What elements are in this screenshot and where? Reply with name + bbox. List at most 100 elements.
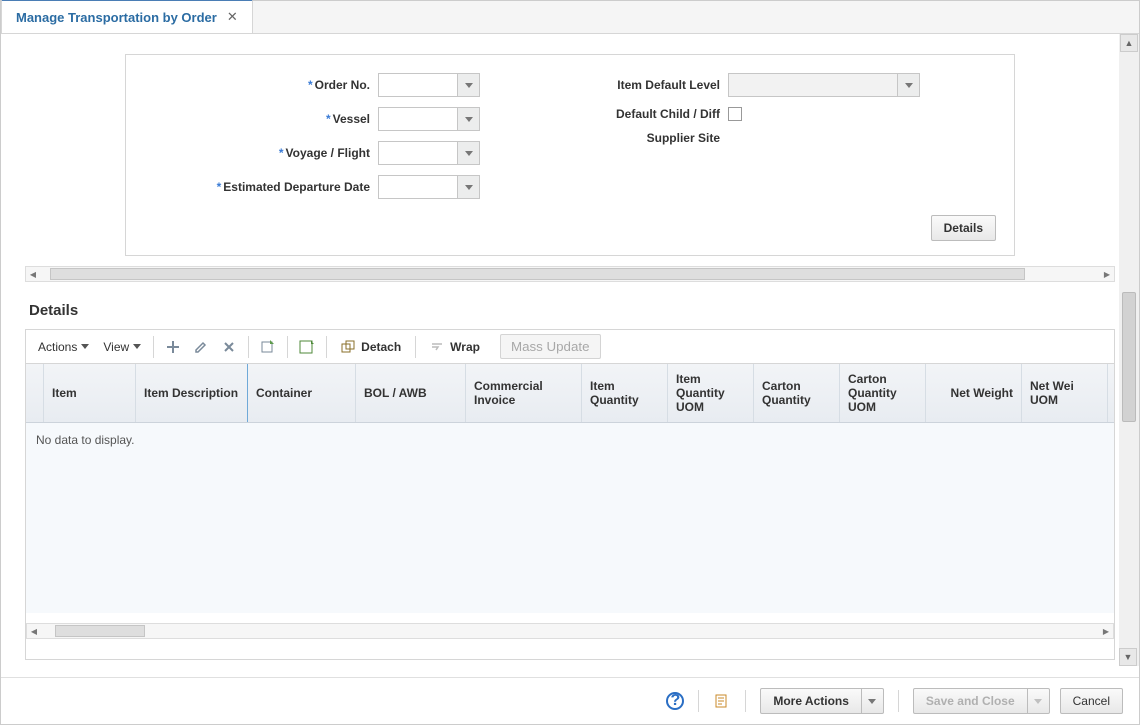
col-net-weight-uom[interactable]: Net Wei UOM (1022, 364, 1108, 422)
scroll-down-icon[interactable]: ▼ (1119, 648, 1137, 666)
default-child-diff-label: Default Child / Diff (570, 107, 720, 121)
mass-update-button: Mass Update (500, 334, 601, 359)
voyage-lov-button[interactable] (458, 141, 480, 165)
cancel-button[interactable]: Cancel (1060, 688, 1123, 714)
separator (745, 690, 746, 712)
wrap-label: Wrap (450, 340, 480, 354)
item-default-level-lov-button[interactable] (898, 73, 920, 97)
vessel-lov-button[interactable] (458, 107, 480, 131)
view-menu[interactable]: View (97, 336, 147, 358)
item-default-level-field[interactable] (728, 73, 898, 97)
tab-bar: Manage Transportation by Order ✕ (1, 1, 1139, 34)
etd-date-picker-button[interactable] (458, 175, 480, 199)
close-icon[interactable]: ✕ (227, 9, 238, 25)
separator (698, 690, 699, 712)
voyage-input[interactable] (378, 141, 480, 165)
col-commercial-invoice[interactable]: Commercial Invoice (466, 364, 582, 422)
vessel-label: Vessel (333, 112, 370, 126)
chevron-down-icon (465, 83, 473, 88)
chevron-down-icon (465, 117, 473, 122)
col-item[interactable]: Item (44, 364, 136, 422)
save-and-close-button: Save and Close (913, 688, 1050, 714)
horizontal-scrollbar-top[interactable]: ◀ ▶ (25, 266, 1115, 282)
scroll-right-icon[interactable]: ▶ (1099, 624, 1113, 638)
voyage-field[interactable] (378, 141, 458, 165)
item-default-level-input[interactable] (728, 73, 920, 97)
chevron-down-icon (133, 344, 141, 349)
vessel-field[interactable] (378, 107, 458, 131)
scroll-up-icon[interactable]: ▲ (1120, 34, 1138, 52)
col-carton-quantity-uom[interactable]: Carton Quantity UOM (840, 364, 926, 422)
required-marker: * (326, 112, 331, 126)
details-panel: Actions View Detach Wrap Mass Update (25, 329, 1115, 660)
chevron-down-icon (465, 151, 473, 156)
col-item-quantity[interactable]: Item Quantity (582, 364, 668, 422)
notes-icon[interactable] (713, 692, 731, 710)
col-container[interactable]: Container (248, 364, 356, 422)
scroll-thumb[interactable] (55, 625, 145, 637)
etd-field[interactable] (378, 175, 458, 199)
required-marker: * (217, 180, 222, 194)
order-no-label: Order No. (315, 78, 370, 92)
separator (415, 336, 416, 358)
horizontal-scrollbar-grid[interactable]: ◀ ▶ (26, 623, 1114, 639)
tab-manage-transportation[interactable]: Manage Transportation by Order ✕ (1, 0, 253, 33)
etd-input[interactable] (378, 175, 480, 199)
vessel-input[interactable] (378, 107, 480, 131)
wrap-icon (430, 340, 444, 354)
col-item-description[interactable]: Item Description (136, 364, 248, 422)
required-marker: * (279, 146, 284, 160)
export-icon[interactable] (255, 335, 281, 359)
order-no-lov-button[interactable] (458, 73, 480, 97)
details-toolbar: Actions View Detach Wrap Mass Update (26, 329, 1114, 364)
supplier-site-label: Supplier Site (570, 131, 720, 145)
default-child-diff-checkbox[interactable] (728, 107, 742, 121)
content-area: * Order No. * Vessel * (1, 34, 1139, 664)
separator (287, 336, 288, 358)
required-marker: * (308, 78, 313, 92)
vertical-scrollbar[interactable]: ▲ ▼ (1119, 34, 1139, 666)
separator (898, 690, 899, 712)
more-actions-dropdown[interactable] (862, 688, 884, 714)
chevron-down-icon (465, 185, 473, 190)
separator (153, 336, 154, 358)
col-carton-quantity[interactable]: Carton Quantity (754, 364, 840, 422)
scroll-left-icon[interactable]: ◀ (27, 624, 41, 638)
edit-icon[interactable] (188, 335, 214, 359)
actions-label: Actions (38, 340, 77, 354)
save-and-close-dropdown (1028, 688, 1050, 714)
detach-button[interactable]: Detach (333, 336, 409, 358)
grid-header: Item Item Description Container BOL / AW… (26, 364, 1114, 423)
order-no-field[interactable] (378, 73, 458, 97)
chevron-down-icon (81, 344, 89, 349)
separator (326, 336, 327, 358)
delete-icon[interactable] (216, 335, 242, 359)
add-icon[interactable] (160, 335, 186, 359)
detach-icon (341, 340, 355, 354)
voyage-label: Voyage / Flight (286, 146, 370, 160)
order-no-input[interactable] (378, 73, 480, 97)
item-default-level-label: Item Default Level (570, 78, 720, 92)
save-and-close-label: Save and Close (913, 688, 1028, 714)
etd-label: Estimated Departure Date (223, 180, 370, 194)
col-bol-awb[interactable]: BOL / AWB (356, 364, 466, 422)
scroll-left-icon[interactable]: ◀ (26, 267, 40, 281)
wrap-button[interactable]: Wrap (422, 336, 488, 358)
details-button[interactable]: Details (931, 215, 996, 241)
chevron-down-icon (868, 699, 876, 704)
scroll-right-icon[interactable]: ▶ (1100, 267, 1114, 281)
more-actions-button[interactable]: More Actions (760, 688, 884, 714)
col-item-quantity-uom[interactable]: Item Quantity UOM (668, 364, 754, 422)
separator (248, 336, 249, 358)
scroll-thumb[interactable] (50, 268, 1025, 280)
col-net-weight[interactable]: Net Weight (926, 364, 1022, 422)
footer: ? More Actions Save and Close Cancel (1, 677, 1139, 724)
excel-export-icon[interactable] (294, 335, 320, 359)
help-icon[interactable]: ? (666, 692, 684, 710)
actions-menu[interactable]: Actions (32, 336, 95, 358)
row-selector-header (26, 364, 44, 422)
chevron-down-icon (905, 83, 913, 88)
more-actions-label[interactable]: More Actions (760, 688, 862, 714)
view-label: View (103, 340, 129, 354)
scroll-thumb[interactable] (1122, 292, 1136, 422)
